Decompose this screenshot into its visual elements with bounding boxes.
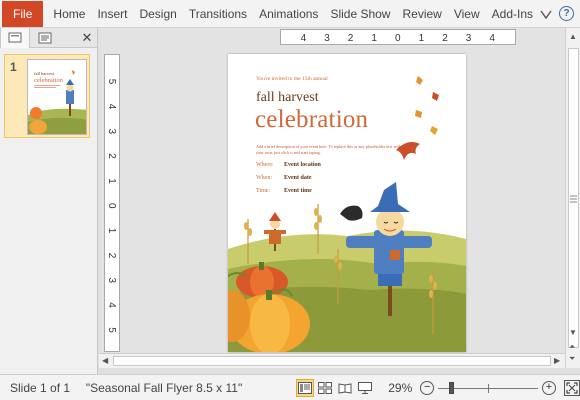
hruler-number: 4: [301, 33, 307, 44]
vruler-number: 2: [106, 253, 117, 259]
theme-name-text[interactable]: "Seasonal Fall Flyer 8.5 x 11": [80, 381, 242, 395]
slide-number: 1: [10, 60, 17, 74]
zoom-in-button[interactable]: +: [542, 380, 556, 395]
tab-animations[interactable]: Animations: [253, 0, 324, 28]
vertical-ruler: 5 4 3 2 1 0 1 2 3 4 5: [104, 54, 120, 352]
tab-review[interactable]: Review: [396, 0, 447, 28]
normal-view-icon: [298, 381, 313, 394]
normal-view-button[interactable]: [296, 378, 315, 397]
slide-thumbnail-preview: fall harvest celebration: [27, 59, 87, 135]
hruler-number: 2: [348, 33, 354, 44]
fit-slide-button[interactable]: [564, 379, 580, 396]
ribbon-right-icons: ?: [539, 6, 580, 21]
smiley-icon[interactable]: [539, 7, 553, 21]
fit-to-window-icon: [566, 381, 578, 394]
tab-design[interactable]: Design: [133, 0, 182, 28]
vruler-number: 1: [106, 228, 117, 234]
horizontal-ruler: 4 3 2 1 0 1 2 3 4: [280, 29, 516, 45]
crow-icon: [340, 205, 363, 221]
scroll-down-icon[interactable]: ▼: [569, 328, 577, 337]
close-pane-button[interactable]: ✕: [77, 28, 97, 48]
tab-slide-show[interactable]: Slide Show: [324, 0, 396, 28]
reading-view-button[interactable]: [336, 379, 354, 397]
zoom-slider[interactable]: [438, 381, 539, 395]
hruler-number: 1: [419, 33, 425, 44]
outline-tab-icon: [38, 32, 52, 43]
horizontal-scroll-thumb[interactable]: [113, 356, 551, 366]
zoom-level-text[interactable]: 29%: [388, 381, 412, 395]
scroll-left-icon[interactable]: ◀: [102, 356, 108, 365]
tab-view[interactable]: View: [448, 0, 486, 28]
hruler-number: 0: [395, 33, 401, 44]
slide-canvas[interactable]: You're invited to the 15th annual fall h…: [228, 54, 466, 352]
vruler-number: 0: [106, 203, 117, 209]
slide-sorter-button[interactable]: [316, 379, 334, 397]
slide-show-icon: [358, 381, 373, 394]
zoom-slider-center-mark: [488, 383, 490, 393]
vruler-number: 2: [106, 153, 117, 159]
vruler-number: 5: [106, 327, 117, 333]
falling-leaves-icon: [396, 76, 439, 160]
slides-tab-icon: [8, 32, 22, 42]
harvest-illustration: [228, 76, 466, 352]
zoom-slider-knob[interactable]: [448, 381, 454, 394]
slide-thumbnail-1[interactable]: 1 fall harvest celebration: [4, 54, 90, 138]
thumb-title1: fall harvest: [34, 71, 55, 76]
pane-tabs: ✕: [0, 27, 97, 48]
vruler-number: 3: [106, 278, 117, 284]
previous-slide-icon[interactable]: ⏶: [569, 342, 575, 352]
horizontal-scrollbar[interactable]: ◀ ▶: [99, 353, 565, 368]
reading-view-icon: [338, 382, 352, 394]
tab-insert[interactable]: Insert: [91, 0, 133, 28]
vruler-number: 3: [106, 129, 117, 135]
thumbnail-image: fall harvest celebration: [28, 60, 86, 134]
vruler-number: 4: [106, 302, 117, 308]
outline-tab[interactable]: [30, 28, 60, 48]
zoom-out-button[interactable]: −: [420, 380, 435, 395]
help-icon[interactable]: ?: [559, 6, 574, 21]
vruler-number: 5: [106, 79, 117, 85]
thumb-title2: celebration: [34, 77, 64, 84]
slide-count-text: Slide 1 of 1: [10, 380, 71, 395]
scroll-up-icon[interactable]: ▲: [569, 32, 577, 41]
grip-icon: [570, 195, 577, 203]
status-bar: Slide 1 of 1 "Seasonal Fall Flyer 8.5 x …: [0, 374, 580, 400]
hruler-number: 3: [466, 33, 472, 44]
slides-tab[interactable]: [0, 27, 30, 48]
tab-transitions[interactable]: Transitions: [183, 0, 253, 28]
scroll-right-icon[interactable]: ▶: [554, 356, 560, 365]
vertical-scroll-thumb[interactable]: [568, 48, 579, 348]
hruler-number: 2: [442, 33, 448, 44]
next-slide-icon[interactable]: ⏷: [569, 354, 575, 364]
vertical-scrollbar[interactable]: ▲ ▼ ⏶ ⏷: [565, 28, 580, 368]
slide-show-button[interactable]: [356, 379, 374, 397]
hruler-number: 4: [489, 33, 495, 44]
vruler-number: 1: [106, 178, 117, 184]
hruler-number: 3: [324, 33, 330, 44]
file-tab[interactable]: File: [2, 0, 44, 27]
view-buttons: [296, 378, 374, 397]
vruler-number: 4: [106, 104, 117, 110]
tab-add-ins[interactable]: Add-Ins: [486, 0, 539, 28]
ribbon-tab-bar: File Home Insert Design Transitions Anim…: [0, 0, 580, 28]
slides-pane: ✕ 1 fall harvest celebration: [0, 27, 98, 374]
slide-sorter-icon: [318, 381, 333, 394]
tab-home[interactable]: Home: [43, 0, 91, 28]
hruler-number: 1: [371, 33, 377, 44]
